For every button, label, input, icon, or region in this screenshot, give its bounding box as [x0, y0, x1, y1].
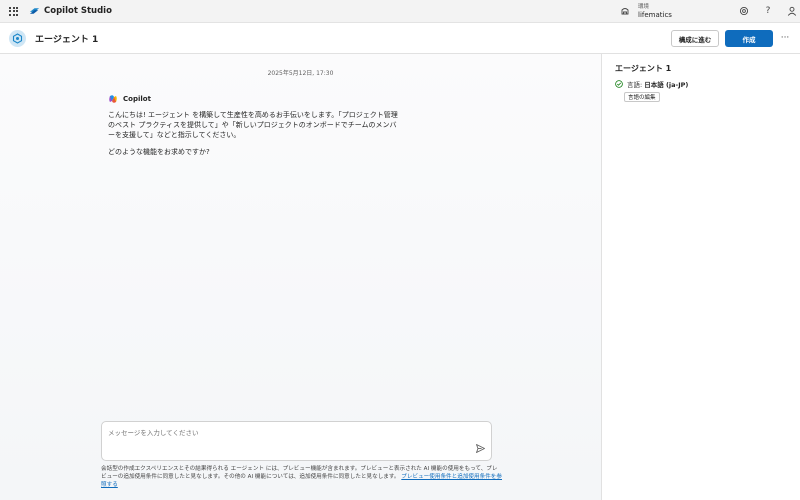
bot-message: Copilot こんにちは! エージェント を構築して生産性を高めるお手伝いをし… [108, 94, 398, 157]
top-bar: Copilot Studio 環境 lifematics ? [0, 0, 800, 23]
page-header: エージェント 1 構成に進む 作成 ··· [0, 23, 800, 54]
help-icon[interactable]: ? [762, 5, 774, 17]
bot-name: Copilot [123, 95, 151, 103]
copilot-studio-logo-icon [29, 8, 40, 14]
checkmark-circle-icon [615, 80, 623, 88]
edit-language-button[interactable]: 言語の編集 [624, 92, 660, 102]
configure-button[interactable]: 構成に進む [671, 30, 719, 47]
copilot-logo-icon [109, 95, 117, 103]
agent-icon [12, 33, 23, 44]
message-composer [101, 421, 492, 461]
preview-disclaimer: 会話型の作成エクスペリエンスとその結果得られる エージェント には、プレビュー機… [101, 465, 503, 489]
panel-title: エージェント 1 [615, 64, 672, 73]
settings-icon[interactable] [738, 5, 750, 17]
language-label: 言語: [627, 81, 643, 89]
bot-question-text: どのような機能をお求めですか? [108, 148, 210, 156]
chat-pane: 2025年5月12日, 17:30 Copilot こんにちは! エージェント … [0, 54, 601, 500]
language-row: 言語: 日本語 (ja-JP) [615, 79, 688, 89]
environment-picker[interactable]: 環境 lifematics [620, 3, 672, 19]
app-name: Copilot Studio [44, 6, 112, 16]
app-launcher-icon[interactable] [9, 6, 18, 16]
environment-icon [621, 8, 629, 15]
agent-details-panel: エージェント 1 言語: 日本語 (ja-JP) 言語の編集 [602, 54, 800, 500]
page-title: エージェント 1 [35, 35, 99, 45]
more-options-icon[interactable]: ··· [778, 31, 792, 45]
agent-avatar [9, 30, 26, 47]
environment-name: lifematics [638, 11, 672, 19]
account-icon[interactable] [786, 5, 798, 17]
bot-message-text: こんにちは! エージェント を構築して生産性を高めるお手伝いをします。「プロジェ… [108, 111, 398, 139]
language-value: 日本語 (ja-JP) [644, 81, 689, 89]
message-input[interactable] [108, 428, 448, 438]
create-button[interactable]: 作成 [725, 30, 773, 47]
environment-label: 環境 [638, 4, 650, 10]
app-brand[interactable]: Copilot Studio [29, 6, 112, 16]
chat-timestamp: 2025年5月12日, 17:30 [267, 70, 334, 77]
send-icon[interactable] [475, 443, 486, 454]
